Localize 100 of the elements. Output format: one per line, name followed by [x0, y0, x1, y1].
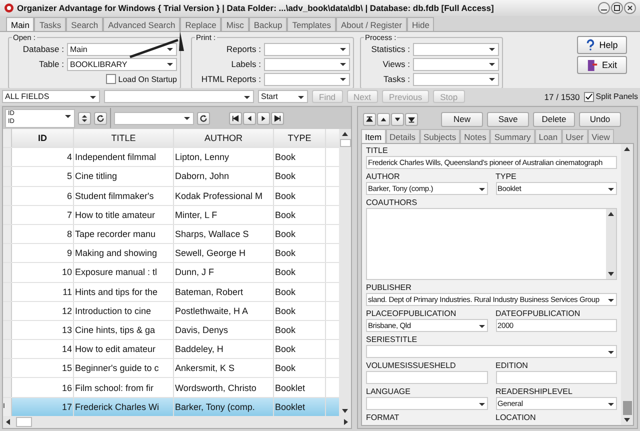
refresh-button[interactable] — [197, 112, 210, 124]
minimize-icon[interactable] — [598, 2, 610, 14]
column-header[interactable]: ID — [12, 129, 74, 148]
dropdown-field[interactable] — [413, 58, 499, 70]
field-label: PUBLISHER — [366, 282, 412, 293]
field-label: PLACEOFPUBLICATION — [366, 308, 458, 319]
dropdown-field[interactable] — [264, 42, 350, 56]
tab[interactable]: View — [588, 129, 614, 143]
load-on-startup-checkbox[interactable]: Load On Startup — [106, 74, 177, 84]
tab[interactable]: Subjects — [420, 129, 460, 143]
table-cell: Book — [274, 148, 326, 166]
dropdown-field[interactable] — [114, 112, 194, 124]
dropdown-field[interactable] — [366, 345, 617, 358]
next-record-button[interactable] — [257, 112, 270, 124]
scrollbar-thumb[interactable] — [622, 401, 632, 415]
dropdown-field[interactable] — [264, 58, 350, 70]
table-row[interactable]: 15 Beginner's guide to c Ankersmit, K S Book — [3, 359, 339, 378]
table-cell: Sewell, George H — [174, 244, 274, 262]
dropdown-field[interactable] — [366, 397, 488, 410]
table-row[interactable]: 9 Making and showing Sewell, George H Book — [3, 244, 339, 264]
table-row[interactable]: 11 Hints and tips for the Bateman, Robert Book — [3, 282, 339, 302]
tab[interactable]: Backup — [248, 17, 288, 31]
refresh-icon — [199, 114, 208, 122]
close-icon[interactable] — [624, 2, 636, 14]
last-record-button[interactable] — [271, 112, 284, 124]
dropdown-field[interactable]: Start — [258, 90, 308, 103]
scroll-down-arrow-icon[interactable] — [623, 416, 631, 424]
tab[interactable]: Advanced Search — [103, 17, 180, 31]
table-row[interactable]: 12 Introduction to cine Postlethwaite, H A Book — [3, 302, 339, 321]
horizontal-scrollbar[interactable] — [3, 416, 351, 428]
maximize-icon[interactable] — [611, 2, 623, 14]
first-record-button[interactable] — [229, 112, 242, 124]
move-to-bottom-button[interactable] — [405, 112, 418, 126]
help-button[interactable]: Help — [577, 36, 627, 54]
record-button[interactable]: Save — [487, 112, 529, 126]
scroll-right-arrow-icon[interactable] — [342, 418, 350, 426]
table-row[interactable]: 4 Independent filmmal Lipton, Lenny Book — [3, 148, 339, 168]
scroll-down-arrow-icon[interactable] — [607, 270, 615, 278]
exit-button[interactable]: Exit — [577, 56, 627, 74]
dropdown-field[interactable]: ALL FIELDS — [2, 90, 100, 103]
scroll-up-arrow-icon[interactable] — [623, 145, 631, 153]
dropdown-field[interactable] — [413, 42, 499, 56]
dropdown-field[interactable]: Main — [67, 42, 177, 56]
scroll-down-arrow-icon[interactable] — [341, 407, 349, 415]
column-header[interactable]: TYPE — [274, 129, 326, 148]
table-cell: 12 — [12, 302, 74, 320]
table-row[interactable]: 14 How to edit amateur Baddeley, H Book — [3, 340, 339, 360]
table-row[interactable]: 10 Exposure manual : tl Dunn, J F Book — [3, 263, 339, 282]
tab[interactable]: Notes — [460, 129, 490, 143]
table-cell: Minter, L F — [174, 206, 274, 224]
tab[interactable]: Details — [386, 129, 420, 143]
record-button[interactable]: Undo — [579, 112, 621, 126]
tab[interactable]: Hide — [406, 17, 434, 31]
tab[interactable]: Main — [6, 17, 34, 31]
scroll-left-arrow-icon[interactable] — [4, 418, 12, 426]
dropdown-field[interactable] — [413, 72, 499, 86]
right-triangle-icon — [260, 114, 267, 122]
text-field[interactable] — [496, 371, 617, 384]
tab[interactable]: Misc — [221, 17, 249, 31]
sort-order-button[interactable] — [78, 112, 91, 124]
tab[interactable]: Item — [361, 129, 386, 143]
vertical-scrollbar[interactable] — [339, 129, 351, 416]
scrollbar-thumb[interactable] — [340, 139, 350, 147]
table-row[interactable]: 8 Tape recorder manu Sharps, Wallace S Book — [3, 224, 339, 244]
dropdown-field[interactable]: BOOKLIBRARY — [67, 58, 177, 70]
vertical-scrollbar[interactable] — [621, 144, 633, 425]
dropdown-field[interactable] — [104, 90, 254, 103]
scroll-up-arrow-icon[interactable] — [341, 130, 349, 138]
scrollbar-thumb[interactable] — [16, 417, 32, 427]
field-label: LANGUAGE — [366, 386, 412, 397]
column-header[interactable]: AUTHOR — [174, 129, 274, 148]
text-field[interactable] — [366, 371, 488, 384]
table-cell: How to edit amateur — [74, 340, 174, 358]
table-row[interactable]: 6 Student filmmaker's Kodak Professional M Book — [3, 186, 339, 206]
tab[interactable]: Loan — [534, 129, 562, 143]
table-row[interactable]: 7 How to title amateur Minter, L F Book — [3, 206, 339, 225]
tab[interactable]: Templates — [287, 17, 336, 31]
move-down-button[interactable] — [391, 112, 404, 126]
refresh-button[interactable] — [94, 112, 107, 124]
column-header[interactable]: TITLE — [74, 129, 174, 148]
dropdown-field[interactable] — [264, 72, 350, 86]
tab[interactable]: User — [562, 129, 588, 143]
record-button[interactable]: New — [441, 112, 483, 126]
tab[interactable]: Search — [66, 17, 104, 31]
scroll-up-arrow-icon[interactable] — [607, 210, 615, 218]
dropdown-arrow-icon[interactable] — [183, 114, 191, 122]
table-cell: Student filmmaker's — [74, 186, 174, 205]
record-button[interactable]: Delete — [533, 112, 575, 126]
tab[interactable]: About / Register — [336, 17, 407, 31]
split-panels-checkbox[interactable]: Split Panels — [584, 92, 638, 102]
table-row[interactable]: 13 Cine hints, tips & ga Davis, Denys Book — [3, 320, 339, 340]
previous-record-button[interactable] — [243, 112, 256, 124]
table-cell: Lipton, Lenny — [174, 148, 274, 166]
tab[interactable]: Tasks — [34, 17, 66, 31]
move-to-top-button[interactable] — [363, 112, 376, 126]
tab[interactable]: Replace — [180, 17, 222, 31]
table-row[interactable]: 5 Cine titling Daborn, John Book — [3, 167, 339, 187]
table-cell: 16 — [12, 378, 74, 397]
move-up-button[interactable] — [377, 112, 390, 126]
tab[interactable]: Summary — [490, 129, 535, 143]
